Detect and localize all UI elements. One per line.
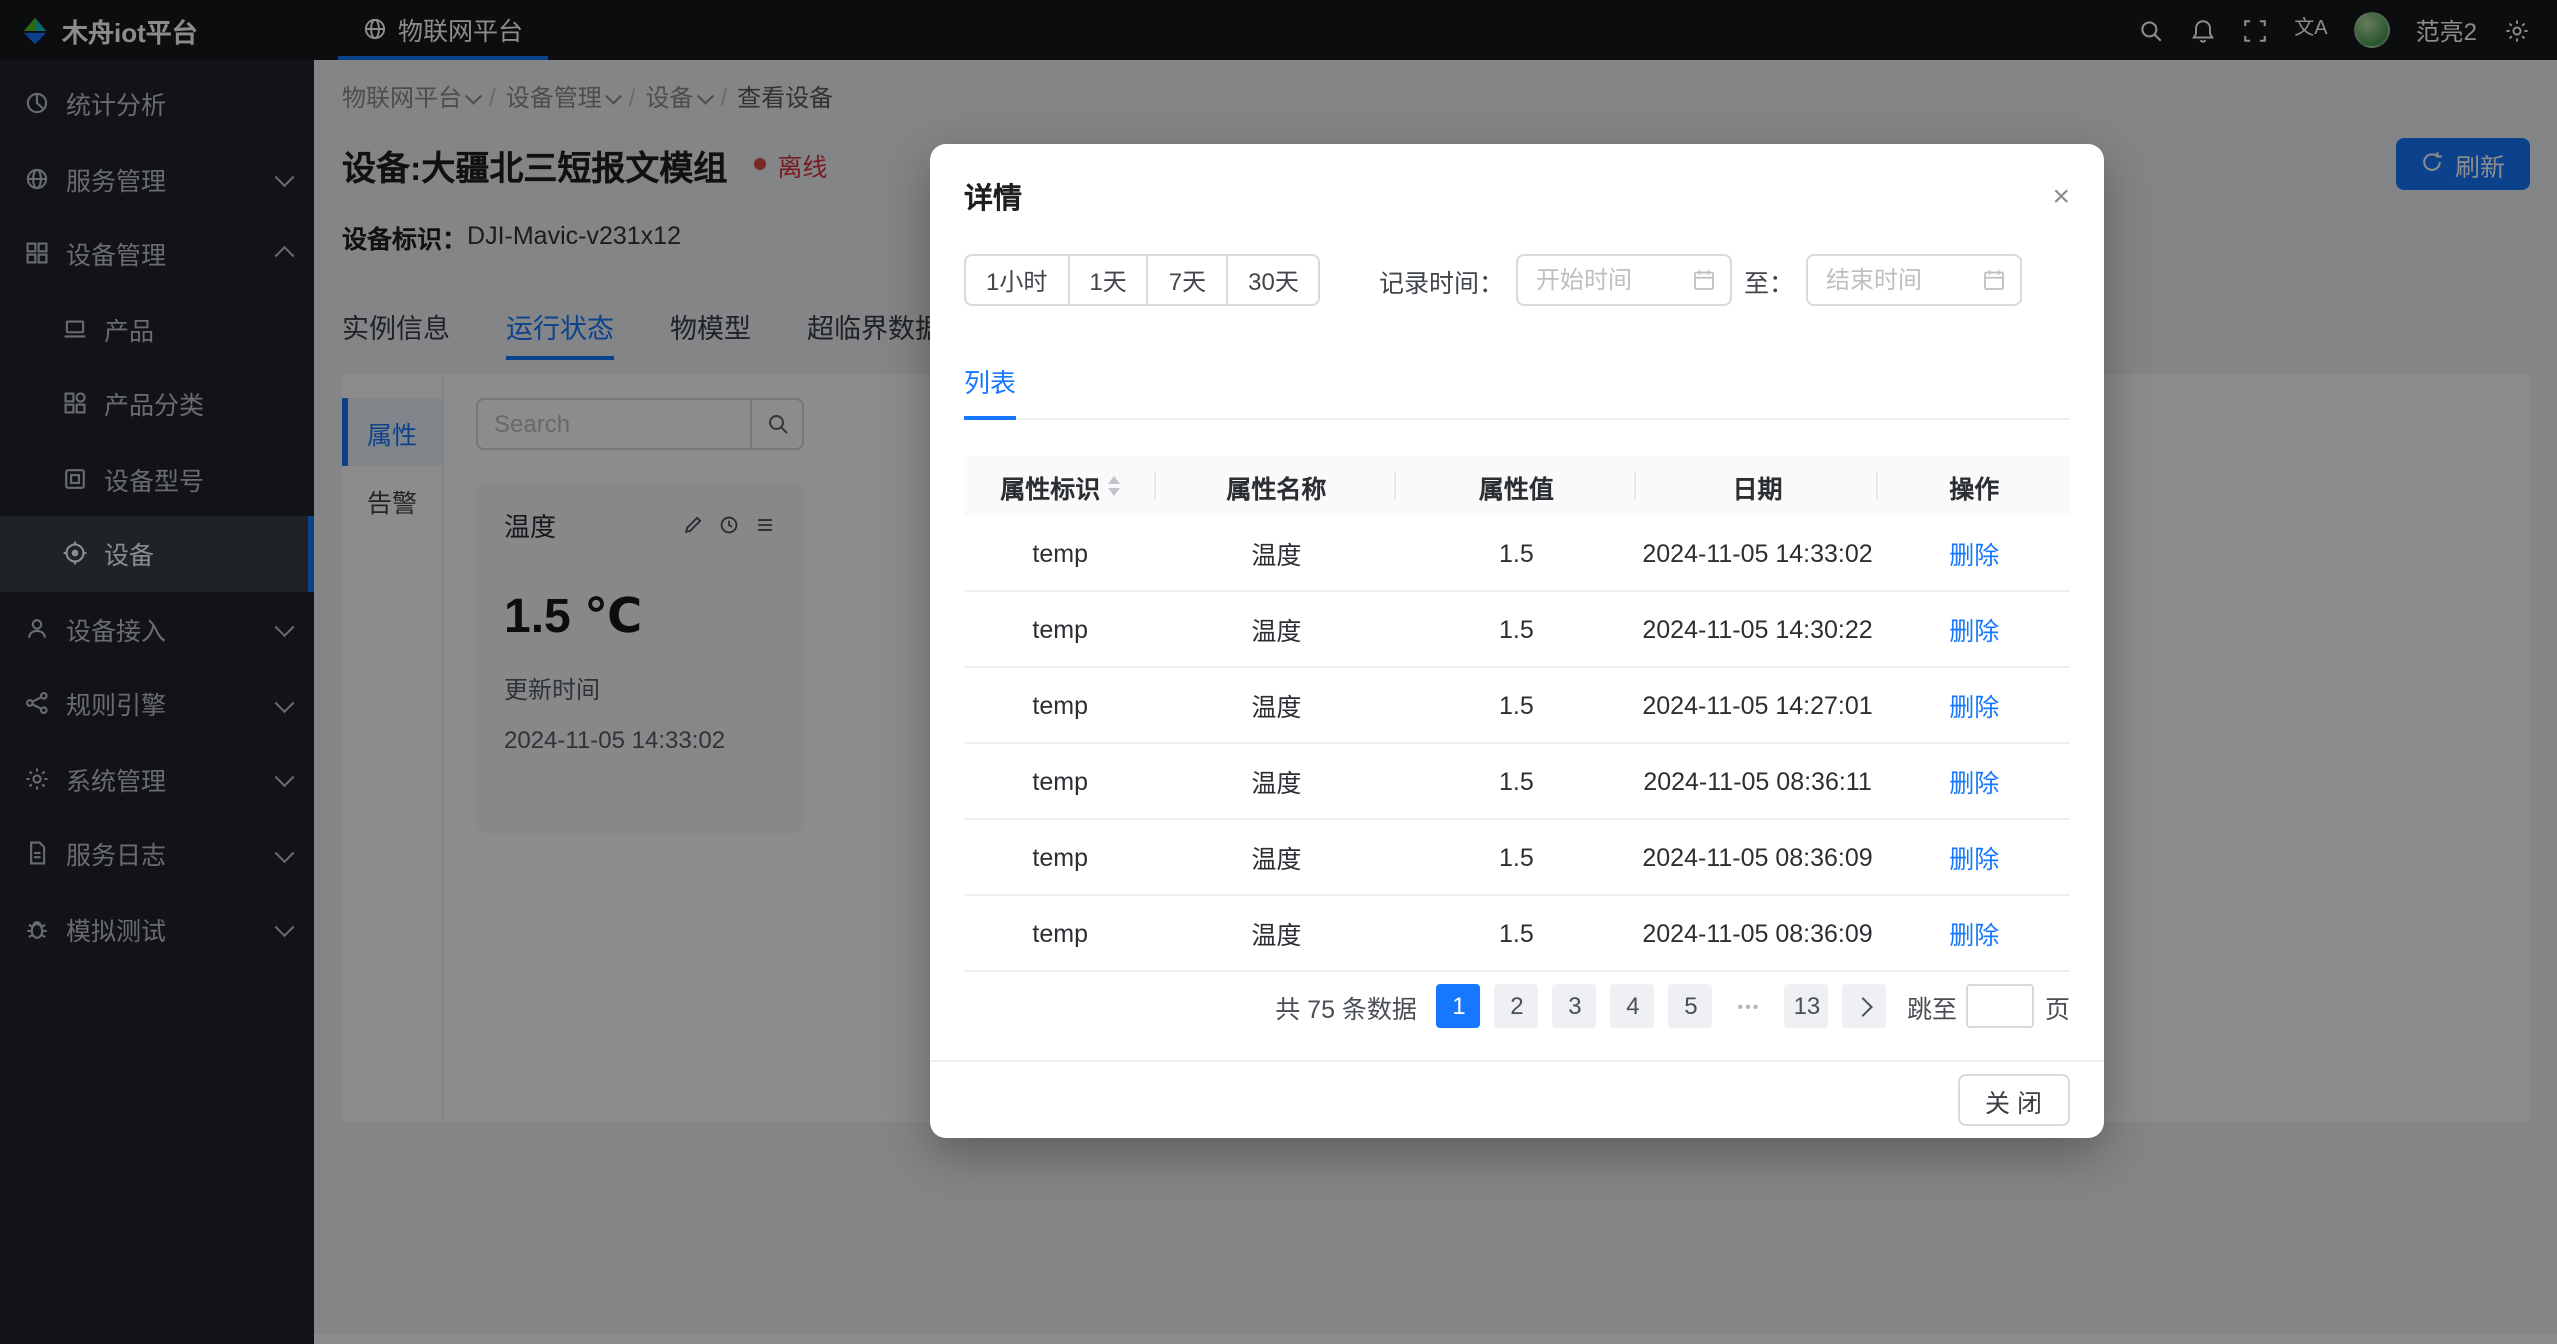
- cell-date: 2024-11-05 14:33:02: [1636, 516, 1879, 592]
- chevron-right-icon: [1853, 996, 1873, 1016]
- modal-tabs: 列表: [964, 362, 2070, 420]
- cell-name: 温度: [1156, 591, 1397, 668]
- attributes-table: 属性标识 属性名称 属性值 日期 操作 temp 温度 1.5 2024-11-…: [964, 456, 2070, 972]
- calendar-icon: [1694, 270, 1714, 290]
- cell-key: temp: [964, 895, 1157, 972]
- start-time-input[interactable]: [1531, 264, 1684, 296]
- modal-body: 1小时 1天 7天 30天 记录时间： 至：: [930, 234, 2104, 1060]
- table-header-row: 属性标识 属性名称 属性值 日期 操作: [964, 456, 2070, 516]
- end-time-input[interactable]: [1822, 264, 1974, 296]
- next-page-button[interactable]: [1842, 984, 1887, 1028]
- detail-modal: 详情 × 1小时 1天 7天 30天 记录时间： 至：: [930, 144, 2104, 1138]
- table-row: temp 温度 1.5 2024-11-05 14:27:01 删除: [964, 667, 2070, 744]
- page-2-button[interactable]: 2: [1494, 984, 1539, 1028]
- cell-date: 2024-11-05 14:27:01: [1636, 667, 1879, 744]
- cell-date: 2024-11-05 08:36:11: [1636, 743, 1879, 820]
- cell-value: 1.5: [1396, 667, 1637, 744]
- modal-title: 详情: [964, 184, 1022, 216]
- cell-name: 温度: [1156, 516, 1397, 592]
- page-jump-input[interactable]: [1966, 984, 2035, 1028]
- page-jump: 跳至 页: [1907, 984, 2070, 1028]
- table-row: temp 温度 1.5 2024-11-05 14:33:02 删除: [964, 516, 2070, 592]
- filter-row: 1小时 1天 7天 30天 记录时间： 至：: [964, 254, 2070, 306]
- calendar-icon: [1984, 270, 2004, 290]
- page-5-button[interactable]: 5: [1668, 984, 1713, 1028]
- modal-header: 详情 ×: [930, 144, 2104, 234]
- app-window: 木舟iot平台 物联网平台 文A 范亮2 统计分析 服务管理 设备管理 产品 产…: [0, 0, 2557, 1344]
- to-label: 至：: [1743, 269, 1794, 297]
- column-attribute-key[interactable]: 属性标识: [964, 456, 1157, 516]
- cell-name: 温度: [1156, 819, 1397, 896]
- cell-key: temp: [964, 819, 1157, 896]
- pagination-ellipsis[interactable]: •••: [1727, 984, 1771, 1028]
- delete-link[interactable]: 删除: [1878, 895, 2070, 972]
- column-attribute-value: 属性值: [1396, 456, 1637, 516]
- cell-name: 温度: [1156, 895, 1397, 972]
- table-row: temp 温度 1.5 2024-11-05 08:36:11 删除: [964, 743, 2070, 820]
- total-count: 共 75 条数据: [1275, 995, 1417, 1023]
- page-3-button[interactable]: 3: [1552, 984, 1597, 1028]
- column-actions: 操作: [1878, 456, 2070, 516]
- range-1h-button[interactable]: 1小时: [964, 254, 1070, 306]
- record-time-picker: 记录时间： 至：: [1379, 254, 2022, 306]
- range-30d-button[interactable]: 30天: [1226, 254, 1321, 306]
- page-1-button[interactable]: 1: [1436, 984, 1481, 1028]
- cell-name: 温度: [1156, 667, 1397, 744]
- jump-label: 跳至: [1906, 995, 1957, 1023]
- cell-name: 温度: [1156, 743, 1397, 820]
- delete-link[interactable]: 删除: [1878, 591, 2070, 668]
- modal-close-button[interactable]: 关 闭: [1957, 1074, 2070, 1126]
- delete-link[interactable]: 删除: [1878, 743, 2070, 820]
- cell-key: temp: [964, 591, 1157, 668]
- cell-date: 2024-11-05 14:30:22: [1636, 591, 1879, 668]
- range-7d-button[interactable]: 7天: [1146, 254, 1229, 306]
- cell-date: 2024-11-05 08:36:09: [1636, 819, 1879, 896]
- cell-value: 1.5: [1396, 743, 1637, 820]
- table-row: temp 温度 1.5 2024-11-05 08:36:09 删除: [964, 819, 2070, 896]
- time-range-group: 1小时 1天 7天 30天: [964, 254, 1321, 306]
- cell-key: temp: [964, 516, 1157, 592]
- cell-key: temp: [964, 743, 1157, 820]
- pagination: 共 75 条数据 1 2 3 4 5 ••• 13 跳至 页: [964, 984, 2070, 1028]
- column-attribute-name: 属性名称: [1156, 456, 1397, 516]
- table-row: temp 温度 1.5 2024-11-05 08:36:09 删除: [964, 895, 2070, 972]
- column-date: 日期: [1636, 456, 1879, 516]
- table-row: temp 温度 1.5 2024-11-05 14:30:22 删除: [964, 591, 2070, 668]
- start-time-field: [1515, 254, 1732, 306]
- delete-link[interactable]: 删除: [1878, 516, 2070, 592]
- sort-icon[interactable]: [1108, 476, 1121, 496]
- tab-list[interactable]: 列表: [964, 362, 1017, 420]
- cell-value: 1.5: [1396, 516, 1637, 592]
- cell-key: temp: [964, 667, 1157, 744]
- range-1d-button[interactable]: 1天: [1067, 254, 1149, 306]
- cell-value: 1.5: [1396, 591, 1637, 668]
- cell-date: 2024-11-05 08:36:09: [1636, 895, 1879, 972]
- cell-value: 1.5: [1396, 819, 1637, 896]
- modal-footer: 关 闭: [930, 1060, 2104, 1138]
- end-time-field: [1806, 254, 2022, 306]
- jump-suffix: 页: [2044, 995, 2070, 1023]
- close-icon[interactable]: ×: [2052, 182, 2070, 212]
- delete-link[interactable]: 删除: [1878, 819, 2070, 896]
- cell-value: 1.5: [1396, 895, 1637, 972]
- page-4-button[interactable]: 4: [1610, 984, 1655, 1028]
- delete-link[interactable]: 删除: [1878, 667, 2070, 744]
- page-13-button[interactable]: 13: [1784, 984, 1829, 1028]
- record-time-label: 记录时间：: [1378, 269, 1504, 297]
